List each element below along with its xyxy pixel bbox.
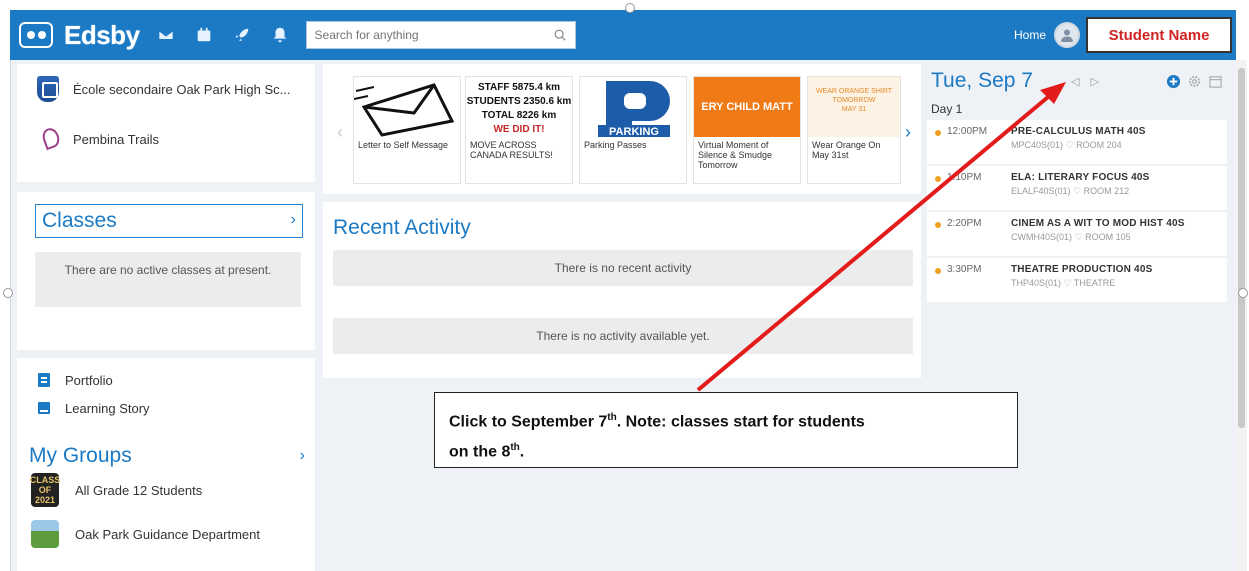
portfolio-icon (38, 373, 50, 387)
learning-story-link[interactable]: Learning Story (17, 394, 315, 422)
home-link[interactable]: Home (1014, 28, 1046, 42)
class-of-2021-badge: CLASS OF 2021 (29, 473, 61, 507)
parking-text: PARKING (609, 126, 659, 137)
search-input[interactable] (314, 28, 553, 42)
envelope-image (354, 77, 460, 137)
event-title: PRE-CALCULUS MATH 40S (1011, 126, 1146, 137)
resize-handle-top[interactable] (625, 3, 635, 13)
group-item[interactable]: Oak Park Guidance Department (17, 512, 315, 556)
wear-orange-image: WEAR ORANGE SHIRT TOMORROW MAY 31 (808, 77, 900, 137)
event-dot (935, 222, 941, 228)
tile-caption: Virtual Moment of Silence & Smudge Tomor… (698, 140, 773, 170)
chevron-left-icon[interactable]: ‹ (337, 122, 343, 143)
event-title: CINEM AS A WIT TO MOD HIST 40S (1011, 218, 1185, 229)
no-activity-available-message: There is no activity available yet. (333, 318, 913, 354)
carousel-tile[interactable]: Letter to Self Message (353, 76, 461, 184)
school-crest-icon (37, 76, 59, 102)
classes-header[interactable]: Classes › (35, 204, 303, 238)
orange-banner-image: ERY CHILD MATT (694, 77, 800, 137)
group-label: Oak Park Guidance Department (75, 526, 260, 542)
edsby-logo-icon[interactable] (16, 18, 56, 52)
agenda-event[interactable]: 1:10PM ELA: LITERARY FOCUS 40S ELALF40S(… (927, 166, 1227, 210)
add-event-icon[interactable] (1166, 74, 1181, 89)
classes-empty-message: There are no active classes at present. (35, 252, 301, 307)
resize-handle-left[interactable] (3, 288, 13, 298)
day-nav-arrows[interactable]: ◁ ▷ (1071, 75, 1103, 88)
recent-activity-title: Recent Activity (333, 216, 471, 239)
event-dot (935, 130, 941, 136)
tile-caption: MOVE ACROSS CANADA RESULTS! (470, 140, 553, 160)
main-workspace: École secondaire Oak Park High Sc... Pem… (10, 60, 1236, 571)
event-time: 2:20PM (947, 218, 982, 229)
links-and-groups-card: Portfolio Learning Story My Groups › CLA… (17, 358, 315, 571)
learning-story-icon (38, 402, 50, 414)
event-location: MPC40S(01) ♡ ROOM 204 (1011, 140, 1122, 150)
event-title: THEATRE PRODUCTION 40S (1011, 264, 1153, 275)
division-logo-icon (37, 126, 63, 152)
no-recent-activity-message: There is no recent activity (333, 250, 913, 286)
group-label: All Grade 12 Students (75, 482, 203, 498)
event-time: 1:10PM (947, 172, 982, 183)
event-dot (935, 268, 941, 274)
rocket-icon[interactable] (230, 23, 254, 47)
classes-title: Classes (42, 209, 117, 232)
chevron-right-icon[interactable]: › (291, 211, 296, 229)
page-scrollbar[interactable] (1236, 60, 1247, 571)
results-image: STAFF 5875.4 km STUDENTS 2350.6 km TOTAL… (466, 82, 572, 135)
event-time: 3:30PM (947, 264, 982, 275)
resize-handle-right[interactable] (1238, 288, 1248, 298)
school-name: École secondaire Oak Park High Sc... (73, 81, 291, 97)
calendar-view-icon[interactable] (1208, 74, 1223, 89)
my-groups-title: My Groups (29, 444, 132, 467)
group-thumbnail (31, 520, 59, 548)
recent-activity-card: Recent Activity There is no recent activ… (323, 202, 921, 378)
scrollbar-thumb[interactable] (1238, 68, 1245, 428)
event-location: CWMH40S(01) ♡ ROOM 105 (1011, 232, 1131, 242)
instruction-callout: Click to September 7th. Note: classes st… (434, 392, 1018, 468)
carousel-tile[interactable]: WEAR ORANGE SHIRT TOMORROW MAY 31 Wear O… (807, 76, 901, 184)
student-name-label: Student Name (1086, 17, 1232, 53)
school-item[interactable]: École secondaire Oak Park High Sc... (17, 64, 315, 114)
event-location: ELALF40S(01) ♡ ROOM 212 (1011, 186, 1130, 196)
chevron-right-icon[interactable]: › (905, 122, 911, 143)
event-dot (935, 176, 941, 182)
user-avatar-icon[interactable] (1054, 22, 1080, 48)
link-label: Portfolio (65, 372, 113, 388)
search-bar[interactable] (305, 21, 576, 49)
school-name: Pembina Trails (73, 131, 159, 147)
agenda-event[interactable]: 12:00PM PRE-CALCULUS MATH 40S MPC40S(01)… (927, 120, 1227, 164)
portfolio-link[interactable]: Portfolio (17, 366, 315, 394)
agenda-date[interactable]: Tue, Sep 7 (931, 69, 1033, 93)
agenda-event[interactable]: 2:20PM CINEM AS A WIT TO MOD HIST 40S CW… (927, 212, 1227, 256)
carousel-tile[interactable]: PARKING Parking Passes (579, 76, 687, 184)
gear-icon[interactable] (1187, 74, 1202, 89)
news-carousel: ‹ Letter to Self Message STAFF 5875.4 km… (323, 64, 921, 194)
search-icon[interactable] (553, 28, 567, 42)
tile-caption: Parking Passes (584, 140, 647, 150)
day-number: Day 1 (931, 102, 963, 116)
event-title: ELA: LITERARY FOCUS 40S (1011, 172, 1150, 183)
group-item[interactable]: CLASS OF 2021 All Grade 12 Students (17, 468, 315, 512)
agenda-event[interactable]: 3:30PM THEATRE PRODUCTION 40S THP40S(01)… (927, 258, 1227, 302)
mail-icon[interactable] (154, 23, 178, 47)
tile-caption: Wear Orange On May 31st (812, 140, 881, 160)
parking-image: PARKING (580, 77, 686, 137)
schools-card: École secondaire Oak Park High Sc... Pem… (17, 64, 315, 182)
link-label: Learning Story (65, 400, 150, 416)
calendar-icon[interactable] (192, 23, 216, 47)
my-groups-header[interactable]: My Groups › (17, 444, 315, 468)
top-nav-bar: Edsby Home Student Name (10, 10, 1236, 60)
carousel-tile[interactable]: ERY CHILD MATT Virtual Moment of Silence… (693, 76, 801, 184)
event-time: 12:00PM (947, 126, 988, 137)
classes-card: Classes › There are no active classes at… (17, 192, 315, 350)
brand-name[interactable]: Edsby (64, 20, 140, 51)
chevron-right-icon[interactable]: › (300, 447, 305, 465)
event-location: THP40S(01) ♡ THEATRE (1011, 278, 1116, 288)
daily-agenda: Tue, Sep 7 ◁ ▷ Day 1 12:00PM PRE-CALCULU… (927, 64, 1227, 304)
bell-icon[interactable] (268, 23, 292, 47)
carousel-tile[interactable]: STAFF 5875.4 km STUDENTS 2350.6 km TOTAL… (465, 76, 573, 184)
tile-caption: Letter to Self Message (358, 140, 449, 150)
school-item[interactable]: Pembina Trails (17, 114, 315, 164)
